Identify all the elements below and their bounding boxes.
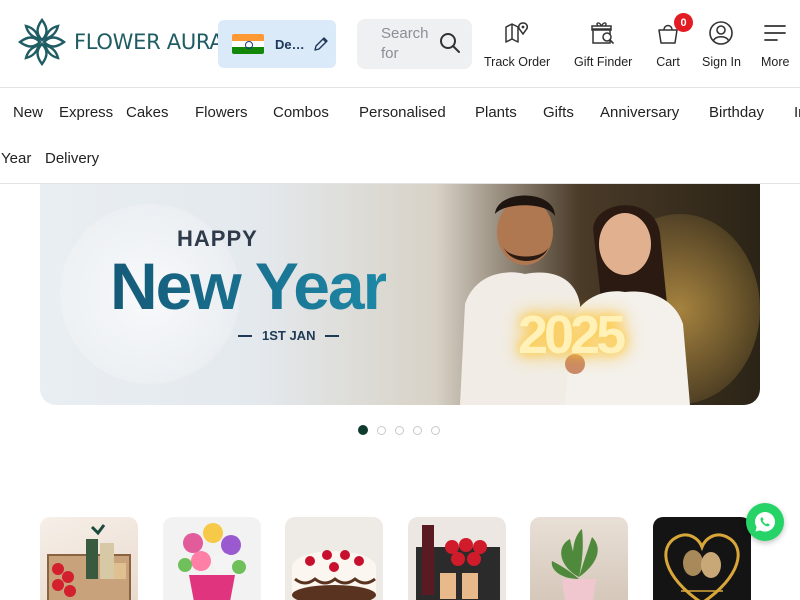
couple-photo [460,195,690,405]
map-pin-icon [505,22,529,43]
cart-label: Cart [656,55,680,69]
country-selector[interactable]: De… [218,20,336,68]
category-combos[interactable]: Combos [273,104,329,121]
more-button[interactable]: More [761,20,789,69]
gift-search-icon [591,22,614,44]
flower-bouquet-image [178,523,246,600]
category-birthday[interactable]: Birthday [709,104,764,121]
category-flowers[interactable]: Flowers [195,104,248,121]
carousel-dot[interactable] [377,425,386,435]
banner-title: New Year [110,249,388,323]
menu-icon [764,25,787,41]
search-icon[interactable] [439,32,461,54]
pencil-icon [313,37,328,51]
product-card[interactable] [408,517,506,600]
site-header: FLOWER AURA De… Search for Track Order G… [0,0,800,88]
personalised-frame-image [664,533,740,600]
category-personalised[interactable]: Personalised [359,104,446,121]
product-card[interactable] [285,517,383,600]
country-code: De… [275,36,305,52]
cart-count-badge: 0 [674,13,693,32]
gift-hamper-image [47,524,131,600]
banner-date: 1ST JAN [228,328,349,343]
product-card[interactable] [40,517,138,600]
banner-date-text: 1ST JAN [262,328,316,343]
category-cakes[interactable]: Cakes [126,104,169,121]
banner-year: 2025 [518,305,626,365]
sign-in-label: Sign In [702,55,741,69]
wine-roses-combo-image [416,525,500,600]
carousel-dot[interactable] [395,425,404,435]
user-icon [709,21,734,45]
carousel-indicators [358,425,449,435]
product-card[interactable] [530,517,628,600]
track-order-button[interactable]: Track Order [484,20,550,69]
category-nav: New Year Express Delivery Cakes Flowers … [0,89,800,184]
gift-finder-label: Gift Finder [574,55,633,69]
india-flag-icon [232,34,264,54]
logo[interactable]: FLOWER AURA [14,14,224,70]
carousel-dot[interactable] [431,425,440,435]
category-new-year[interactable]: New [13,104,43,121]
category-express-delivery[interactable]: Express [59,104,113,121]
sign-in-button[interactable]: Sign In [702,20,741,69]
whatsapp-button[interactable] [746,503,784,541]
category-anniversary[interactable]: Anniversary [600,104,679,121]
category-more-truncated[interactable]: In [794,104,800,121]
whatsapp-icon [755,512,775,532]
hero-banner[interactable]: HAPPY New Year 1ST JAN 2025 [40,184,760,405]
track-order-label: Track Order [484,55,551,69]
search-input[interactable]: Search for [381,24,436,64]
category-express-delivery-line2[interactable]: Delivery [45,150,99,167]
black-forest-cake-image [292,550,376,600]
product-card[interactable] [163,517,261,600]
flower-logo-icon [17,17,67,67]
category-plants[interactable]: Plants [475,104,517,121]
category-new-year-line2[interactable]: Year [1,150,31,167]
category-gifts[interactable]: Gifts [543,104,574,121]
search-box[interactable]: Search for [357,19,472,69]
logo-text: FLOWER AURA [74,30,224,54]
carousel-dot[interactable] [413,425,422,435]
cart-button[interactable]: 0 Cart [655,13,693,69]
product-card[interactable] [653,517,751,600]
carousel-dot[interactable] [358,425,368,435]
more-label: More [761,55,790,69]
potted-plant-image [551,529,598,600]
gift-finder-button[interactable]: Gift Finder [574,20,632,69]
